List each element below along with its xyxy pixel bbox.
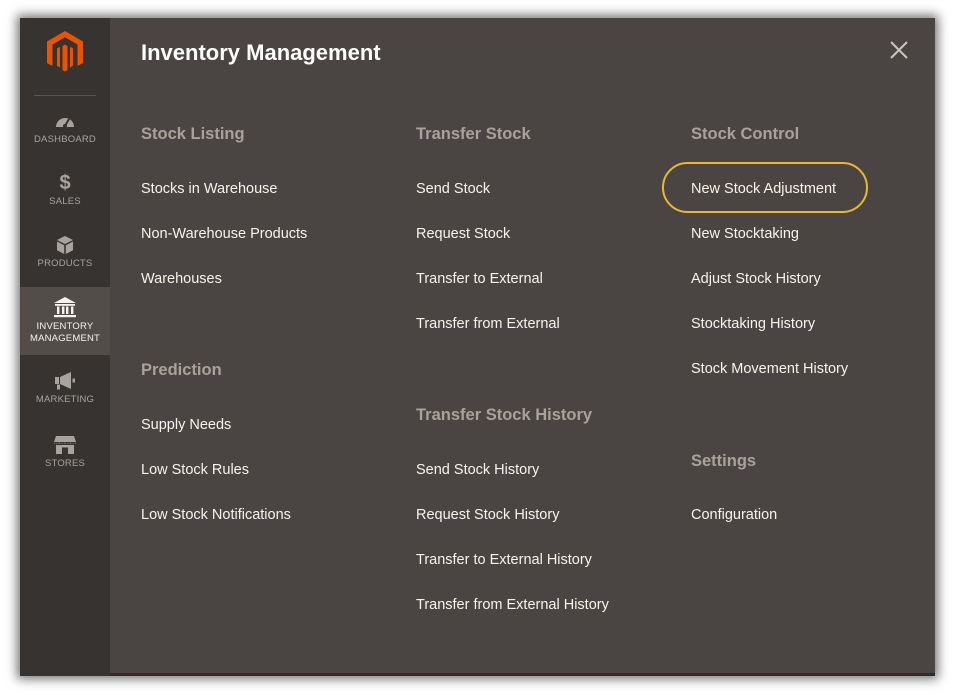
inventory-menu-panel: Inventory Management Stock Listing Stock…	[110, 18, 935, 676]
link-new-stock-adjustment[interactable]: New Stock Adjustment	[691, 181, 836, 197]
megaphone-icon	[53, 370, 77, 392]
link-transfer-to-external[interactable]: Transfer to External	[416, 271, 543, 287]
link-stocks-in-warehouse[interactable]: Stocks in Warehouse	[141, 181, 277, 197]
cube-icon	[53, 234, 77, 256]
section-title-prediction: Prediction	[141, 361, 222, 379]
link-non-warehouse-products[interactable]: Non-Warehouse Products	[141, 226, 307, 242]
sidebar-item-label-line1: INVENTORY	[36, 321, 94, 332]
sidebar-item-marketing[interactable]: MARKETING	[20, 370, 110, 414]
menu-column-1: Stock Listing Stocks in Warehouse Non-Wa…	[141, 18, 401, 673]
admin-window: DASHBOARD $ SALES PRODUCTS INVENTORY MAN…	[20, 18, 935, 676]
link-low-stock-notifications[interactable]: Low Stock Notifications	[141, 507, 291, 523]
sidebar-divider	[34, 95, 96, 96]
link-stocktaking-history[interactable]: Stocktaking History	[691, 316, 815, 332]
admin-sidebar: DASHBOARD $ SALES PRODUCTS INVENTORY MAN…	[20, 18, 110, 676]
link-request-stock-history[interactable]: Request Stock History	[416, 507, 559, 523]
section-title-transfer-stock-history: Transfer Stock History	[416, 406, 593, 424]
sidebar-item-sales[interactable]: $ SALES	[20, 172, 110, 216]
storefront-icon	[53, 434, 77, 456]
sidebar-item-stores[interactable]: STORES	[20, 434, 110, 478]
link-transfer-to-external-history[interactable]: Transfer to External History	[416, 552, 592, 568]
section-title-stock-listing: Stock Listing	[141, 125, 245, 143]
link-warehouses[interactable]: Warehouses	[141, 271, 222, 287]
sidebar-item-dashboard[interactable]: DASHBOARD	[20, 110, 110, 154]
magento-logo-icon[interactable]	[46, 30, 84, 74]
link-transfer-from-external-history[interactable]: Transfer from External History	[416, 597, 609, 613]
menu-column-2: Transfer Stock Send Stock Request Stock …	[416, 18, 676, 673]
sidebar-item-label: PRODUCTS	[37, 258, 93, 269]
dollar-glyph: $	[59, 172, 71, 194]
menu-column-3: Stock Control New Stock Adjustment New S…	[691, 18, 935, 673]
section-title-stock-control: Stock Control	[691, 125, 800, 143]
speedometer-icon	[53, 110, 77, 132]
link-request-stock[interactable]: Request Stock	[416, 226, 510, 242]
link-adjust-stock-history[interactable]: Adjust Stock History	[691, 271, 821, 287]
sidebar-item-label: MARKETING	[35, 394, 95, 405]
section-title-settings: Settings	[691, 452, 757, 470]
sidebar-item-label: SALES	[49, 196, 81, 207]
link-configuration[interactable]: Configuration	[691, 507, 777, 523]
sidebar-item-inventory-management[interactable]: INVENTORY MANAGEMENT	[20, 287, 110, 355]
link-stock-movement-history[interactable]: Stock Movement History	[691, 361, 848, 377]
link-send-stock[interactable]: Send Stock	[416, 181, 490, 197]
link-supply-needs[interactable]: Supply Needs	[141, 417, 231, 433]
link-transfer-from-external[interactable]: Transfer from External	[416, 316, 560, 332]
dollar-icon: $	[53, 172, 77, 194]
sidebar-item-label-line2: MANAGEMENT	[29, 333, 101, 344]
link-new-stocktaking[interactable]: New Stocktaking	[691, 226, 799, 242]
sidebar-item-label: STORES	[44, 458, 86, 469]
link-low-stock-rules[interactable]: Low Stock Rules	[141, 462, 249, 478]
sidebar-item-label: DASHBOARD	[34, 134, 96, 145]
bank-icon	[53, 296, 77, 318]
sidebar-item-products[interactable]: PRODUCTS	[20, 234, 110, 278]
section-title-transfer-stock: Transfer Stock	[416, 125, 531, 143]
link-send-stock-history[interactable]: Send Stock History	[416, 462, 539, 478]
